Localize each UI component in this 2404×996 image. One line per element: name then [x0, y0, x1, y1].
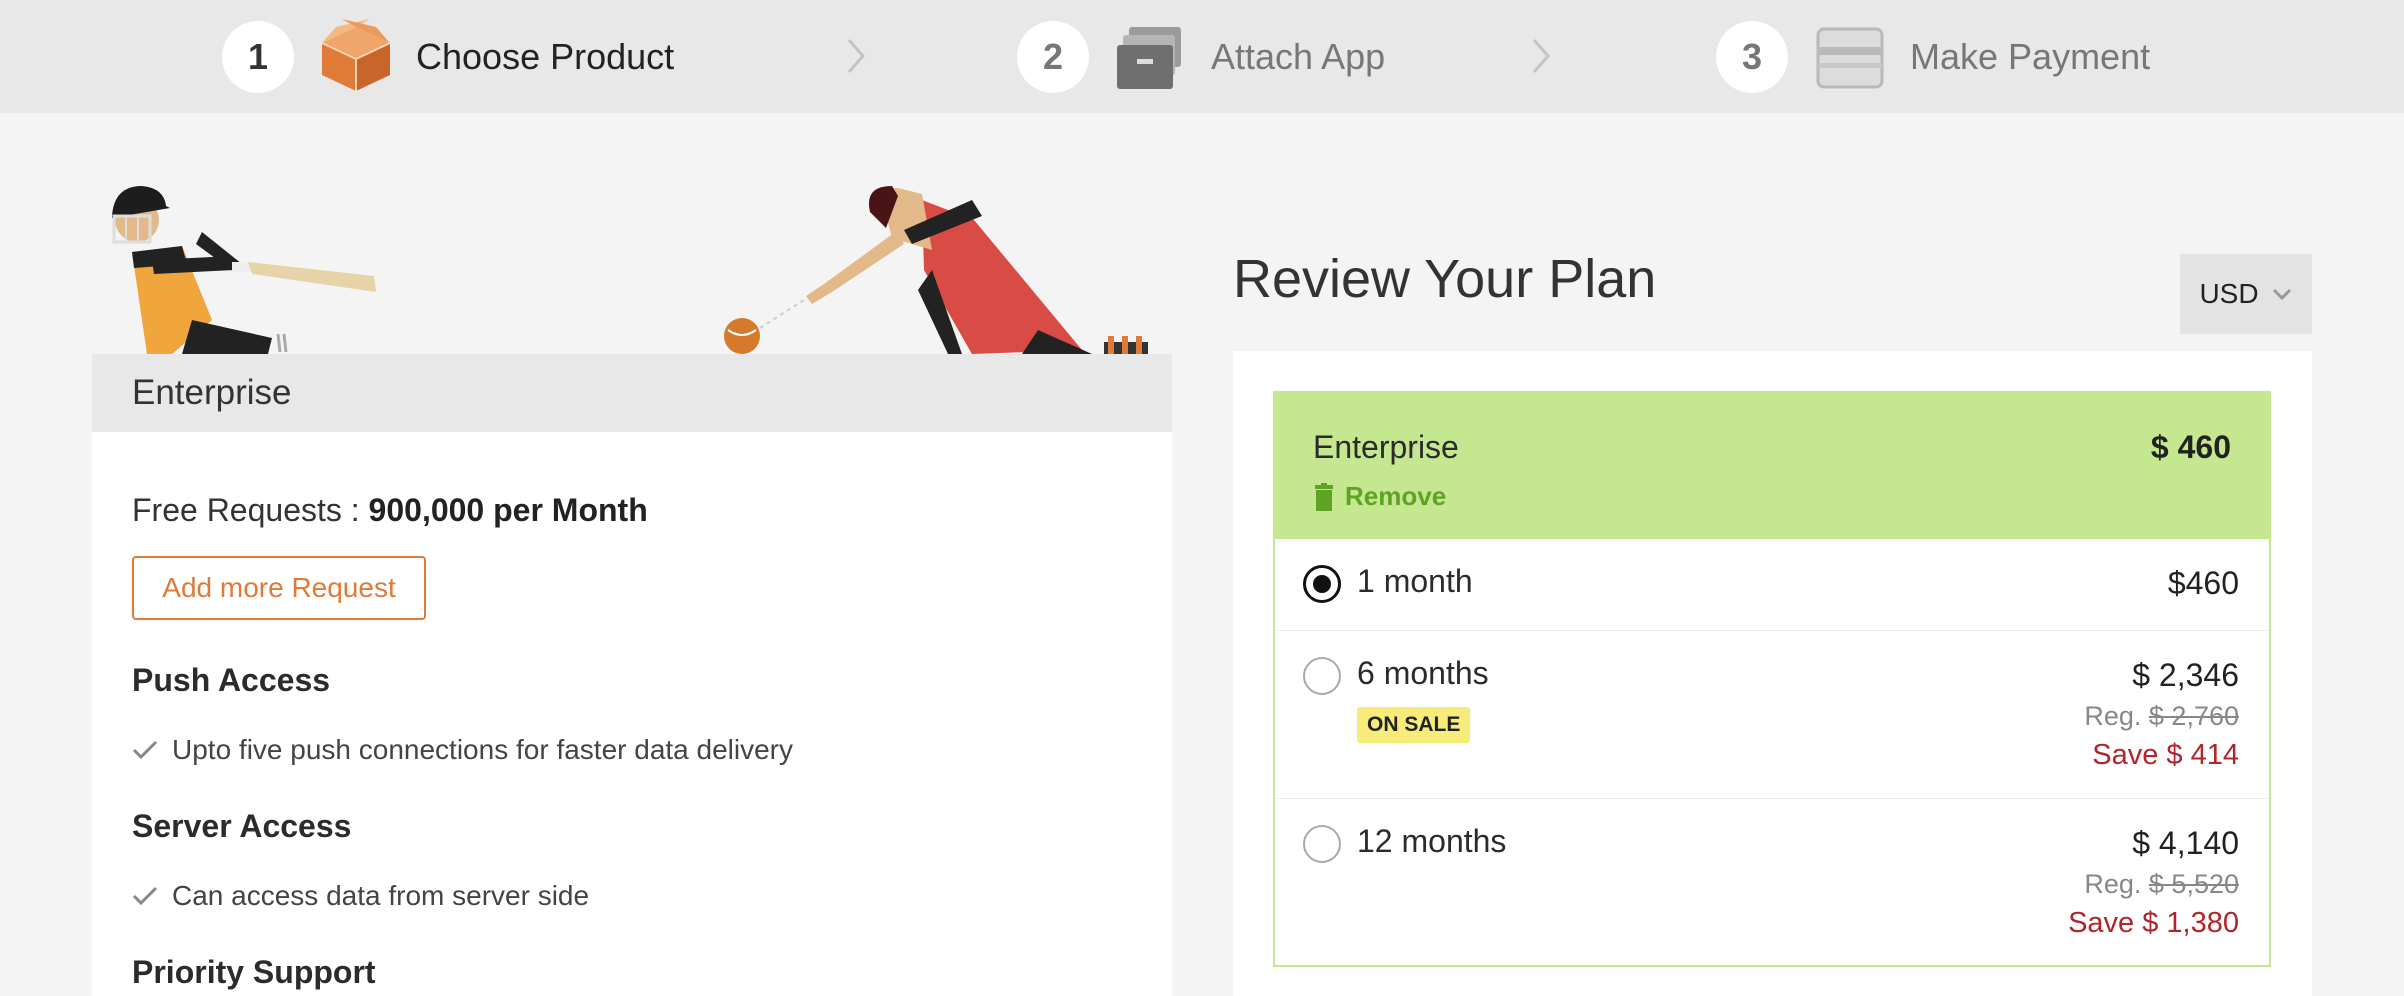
free-requests-value: 900,000 per Month — [368, 492, 648, 528]
product-card: Enterprise Free Requests : 900,000 per M… — [92, 354, 1172, 996]
step-attach-app[interactable]: 2 Attach App — [1017, 0, 1385, 113]
regular-price: Reg. $ 5,520 — [2084, 869, 2239, 900]
free-requests: Free Requests : 900,000 per Month — [132, 492, 648, 529]
add-more-request-button[interactable]: Add more Request — [132, 556, 426, 620]
option-price: $ 2,346 — [2132, 657, 2239, 693]
regular-price: Reg. $ 2,760 — [2084, 701, 2239, 732]
feature-title: Server Access — [132, 808, 352, 844]
reg-label: Reg. — [2084, 869, 2142, 899]
check-icon — [132, 740, 158, 760]
chevron-right-icon — [847, 39, 865, 73]
batsman-figure — [112, 186, 376, 354]
option-price: $ 4,140 — [2132, 825, 2239, 861]
remove-button[interactable]: Remove — [1313, 481, 1446, 512]
trash-icon — [1315, 482, 1333, 511]
step-label: Attach App — [1211, 35, 1386, 77]
step-make-payment[interactable]: 3 Make Payment — [1716, 0, 2150, 113]
page-title: Review Your Plan — [1233, 249, 1657, 309]
savings: Save $ 1,380 — [2068, 907, 2239, 939]
plan-option-1-month[interactable]: 1 month $460 — [1275, 539, 2269, 631]
feature-title: Push Access — [132, 662, 331, 698]
plan-option-6-months[interactable]: 6 months ON SALE $ 2,346 Reg. $ 2,760 Sa… — [1275, 631, 2269, 799]
on-sale-badge: ON SALE — [1357, 707, 1471, 743]
radio-unselected[interactable] — [1303, 825, 1341, 863]
stack-icon — [1117, 26, 1181, 89]
plan-option-12-months[interactable]: 12 months $ 4,140 Reg. $ 5,520 Save $ 1,… — [1275, 799, 2269, 965]
step-number: 1 — [222, 20, 294, 93]
option-label: 6 months — [1357, 655, 1489, 691]
card-icon — [1816, 27, 1884, 88]
feature-item-text: Upto five push connections for faster da… — [172, 734, 794, 765]
reg-label: Reg. — [2084, 701, 2142, 731]
product-name: Enterprise — [92, 354, 1172, 432]
step-choose-product[interactable]: 1 Choose Product — [222, 0, 674, 113]
chevron-right-icon — [1532, 39, 1550, 73]
chevron-down-icon — [2272, 288, 2291, 301]
step-number: 2 — [1017, 20, 1089, 93]
currency-select[interactable]: USD — [2180, 254, 2312, 334]
plan-price: $ 460 — [2150, 429, 2231, 465]
plan-header: Enterprise $ 460 Remove — [1275, 393, 2269, 539]
feature-title: Priority Support — [132, 954, 376, 990]
option-label: 1 month — [1357, 563, 1473, 599]
option-price: $460 — [2167, 565, 2239, 601]
plan-summary: Enterprise $ 460 Remove 1 month $460 6 m… — [1273, 391, 2271, 967]
feature-item: Upto five push connections for faster da… — [132, 734, 793, 766]
box-icon — [321, 18, 391, 91]
feature-item-text: Can access data from server side — [172, 880, 590, 911]
savings: Save $ 414 — [2092, 739, 2239, 771]
step-number: 3 — [1716, 20, 1788, 93]
step-label: Make Payment — [1910, 35, 2151, 77]
option-label: 12 months — [1357, 823, 1507, 859]
radio-selected[interactable] — [1303, 565, 1341, 603]
radio-unselected[interactable] — [1303, 657, 1341, 695]
plan-name: Enterprise — [1313, 429, 1459, 465]
step-label: Choose Product — [416, 35, 675, 77]
feature-item: Can access data from server side — [132, 880, 589, 912]
free-requests-label: Free Requests : — [132, 492, 360, 528]
plan-box: Enterprise $ 460 Remove 1 month $460 6 m… — [1233, 351, 2312, 996]
checkout-stepper: 1 Choose Product 2 Attach App 3 Make Pay… — [0, 0, 2404, 113]
reg-price: $ 2,760 — [2148, 701, 2239, 731]
currency-value: USD — [2199, 278, 2259, 309]
bowler-figure — [724, 186, 1148, 354]
check-icon — [132, 886, 158, 906]
remove-label: Remove — [1345, 481, 1447, 511]
cricket-illustration — [112, 186, 1148, 354]
reg-price: $ 5,520 — [2148, 869, 2239, 899]
